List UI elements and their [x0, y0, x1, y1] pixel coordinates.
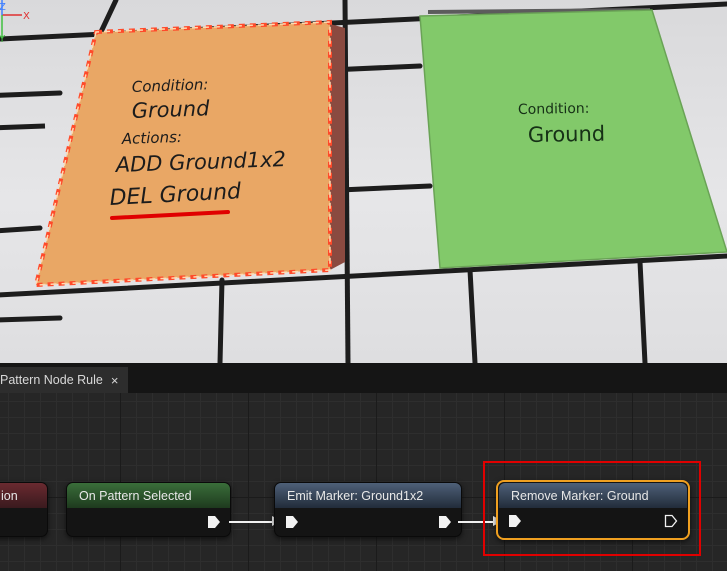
selected-tile-condition-label: Condition: [132, 75, 209, 96]
tab-pattern-node-rule[interactable]: Pattern Node Rule × [0, 367, 129, 393]
tab-label: Pattern Node Rule [0, 373, 103, 387]
exec-out-pin[interactable] [438, 515, 452, 529]
axis-gizmo: Z X Y [0, 0, 30, 45]
level-viewport[interactable]: Condition: Ground Actions: ADD Ground1x2… [0, 0, 727, 363]
node-emit-marker-body [275, 508, 461, 536]
node-partial[interactable]: ion [0, 482, 48, 537]
tab-close-icon[interactable]: × [111, 373, 119, 388]
exec-in-pin[interactable] [285, 515, 299, 529]
selected-tile-side [330, 24, 345, 270]
axis-z-label: Z [0, 2, 6, 13]
node-partial-header: ion [0, 483, 47, 508]
node-partial-body [0, 508, 47, 536]
tab-bar: Pattern Node Rule × [0, 363, 727, 393]
node-on-pattern-selected-body [67, 508, 230, 536]
node-on-pattern-selected-title: On Pattern Selected [79, 488, 192, 503]
highlight-box [483, 461, 701, 556]
green-tile-condition-value: Ground [528, 122, 606, 147]
axis-x-label: X [23, 11, 30, 22]
selected-tile-condition-value: Ground [131, 96, 210, 123]
axis-y-label: Y [0, 34, 6, 45]
node-emit-marker[interactable]: Emit Marker: Ground1x2 [274, 482, 462, 537]
node-emit-marker-title: Emit Marker: Ground1x2 [287, 488, 424, 503]
green-tile-condition-label: Condition: [518, 101, 590, 118]
floor-grid-line [0, 123, 46, 131]
graph-canvas[interactable]: ion On Pattern Selected Emit Marker: Gro… [0, 393, 727, 571]
node-on-pattern-selected-header: On Pattern Selected [67, 483, 230, 508]
node-partial-title: ion [1, 488, 18, 503]
exec-out-pin[interactable] [207, 515, 221, 529]
node-emit-marker-header: Emit Marker: Ground1x2 [275, 483, 461, 508]
selected-tile-actions-label: Actions: [121, 128, 183, 148]
node-on-pattern-selected[interactable]: On Pattern Selected [66, 482, 231, 537]
graph-editor-panel: Pattern Node Rule × ion On Pattern Selec… [0, 363, 727, 571]
viewport-scene: Condition: Ground Actions: ADD Ground1x2… [0, 0, 727, 363]
